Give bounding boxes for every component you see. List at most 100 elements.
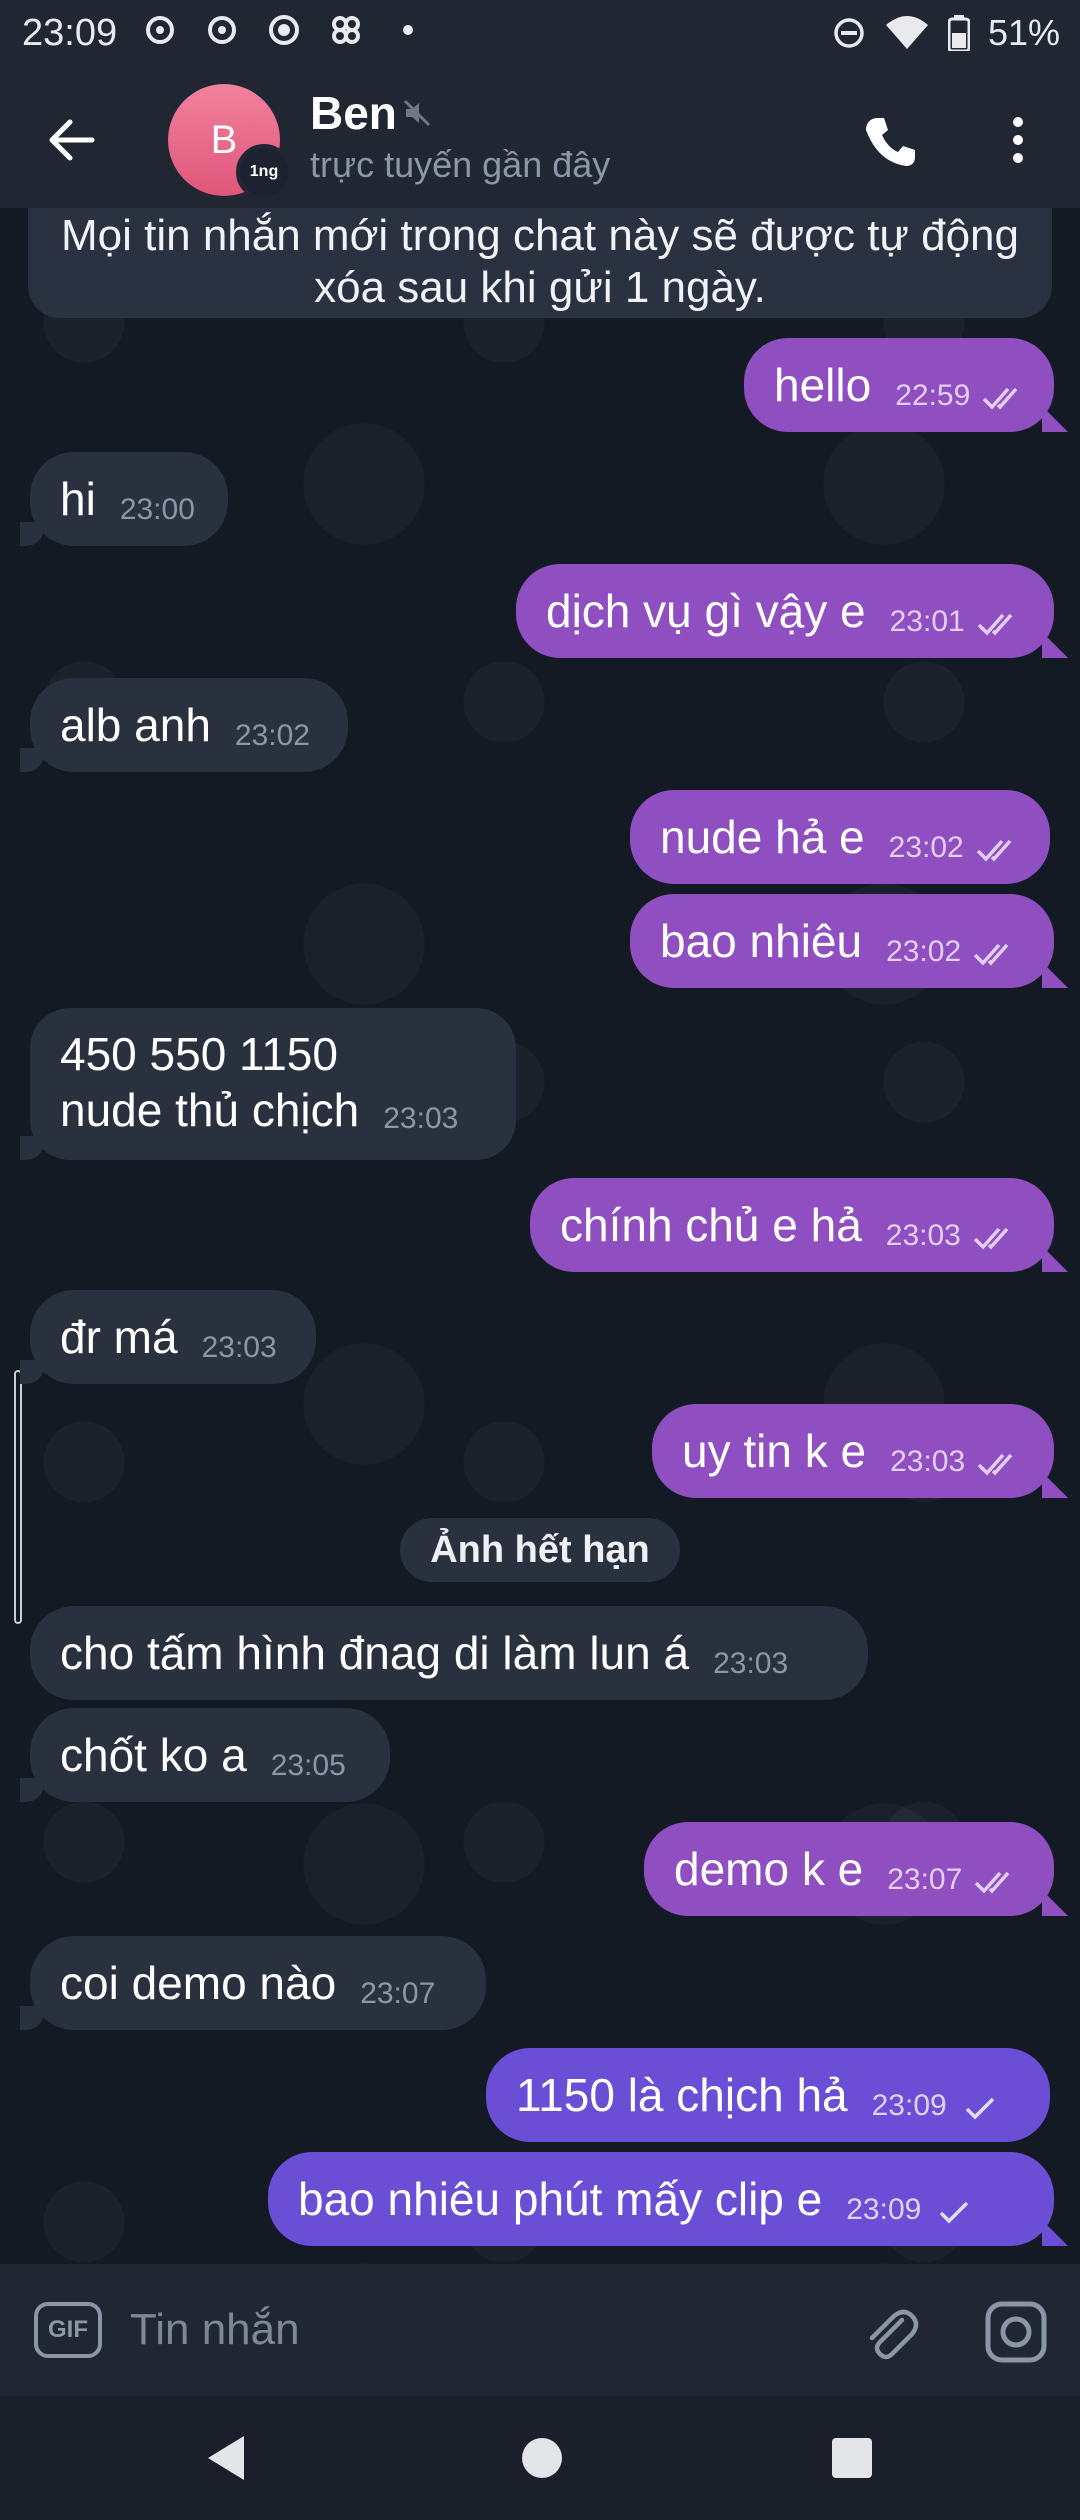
camera-icon [985,2301,1047,2363]
outgoing-message[interactable]: hello 22:59 [744,338,1054,432]
message-text: đr má [60,1311,178,1363]
nav-recents-icon[interactable] [832,2438,872,2478]
outgoing-message[interactable]: chính chủ e hả 23:03 [530,1178,1054,1272]
outgoing-message[interactable]: demo k e 23:07 [644,1822,1054,1916]
message-time: 23:05 [270,1749,346,1782]
incoming-message[interactable]: chốt ko a 23:05 [20,1708,390,1802]
message-text-line-2: nude thủ chịch [60,1084,360,1136]
outgoing-message[interactable]: 1150 là chịch hả 23:09 [486,2048,1050,2142]
notice-line-1: Mọi tin nhắn mới trong chat này sẽ được … [61,211,1019,260]
back-button[interactable] [40,108,104,172]
more-vertical-icon [1013,117,1023,163]
call-button[interactable] [858,110,922,174]
double-check-icon [983,387,1018,410]
message-text: cho tấm hình đnag di làm lun á [60,1627,690,1679]
message-time: 23:00 [119,493,195,526]
scrollbar[interactable] [14,1370,22,1624]
message-text: hello [774,359,872,411]
message-text: nude hả e [660,811,865,863]
attach-button[interactable] [858,2300,922,2364]
double-check-icon [977,613,1013,636]
status-right: 51% [832,12,1060,54]
dnd-icon [834,18,864,48]
single-check-icon [940,2201,969,2224]
message-text: chốt ko a [60,1729,247,1781]
arrow-left-icon [49,119,95,161]
message-time: 23:01 [889,605,965,638]
message-time: 23:07 [887,1863,963,1896]
message-text: coi demo nào [60,1957,337,2009]
battery-icon [947,15,970,51]
message-input[interactable]: Tin nhắn [130,2294,830,2366]
auto-delete-notice: Mọi tin nhắn mới trong chat này sẽ được … [28,208,1052,318]
incoming-message[interactable]: coi demo nào 23:07 [20,1936,486,2030]
message-text: demo k e [674,1843,864,1895]
nav-home-icon[interactable] [522,2438,562,2478]
chat-messages[interactable]: Mọi tin nhắn mới trong chat này sẽ được … [0,208,1080,2264]
message-text: alb anh [60,699,211,751]
message-time: 23:03 [201,1331,277,1364]
message-time: 23:03 [713,1647,789,1680]
record-icon [264,10,304,50]
double-check-icon [976,839,1012,862]
more-notifications-dot-icon [388,10,428,50]
message-time: 23:09 [846,2193,922,2226]
outgoing-message[interactable]: uy tin k e 23:03 [652,1404,1054,1498]
message-time: 23:03 [885,1219,961,1252]
gif-button[interactable]: GIF [34,2302,102,2358]
threads-icon [202,10,242,50]
incoming-message[interactable]: hi 23:00 [20,452,228,546]
chat-header: B 1ng Ben trực tuyến gần đây [0,72,1080,208]
phone-icon [866,118,915,166]
single-check-icon [965,2097,994,2120]
message-composer: GIF Tin nhắn [0,2264,1080,2396]
outgoing-message[interactable]: bao nhiêu phút mấy clip e 23:09 [268,2152,1054,2246]
double-check-icon [975,1871,1010,1894]
paperclip-icon [869,2309,919,2360]
message-text-line-1: 450 550 1150 [60,1028,338,1080]
status-time: 23:09 [22,12,118,54]
contact-status: trực tuyến gần đây [310,144,611,185]
message-time: 23:07 [360,1977,436,2010]
message-text: dịch vụ gì vậy e [546,585,866,637]
more-options-button[interactable] [990,108,1046,172]
double-check-icon [973,943,1009,966]
notification-icons [140,10,428,50]
incoming-message[interactable]: alb anh 23:02 [20,678,348,772]
status-bar: 23:09 51% [0,0,1080,72]
outgoing-message[interactable]: bao nhiêu 23:02 [630,894,1054,988]
message-time: 23:02 [888,831,964,864]
contact-name[interactable]: Ben [310,86,397,140]
nav-back-icon[interactable] [206,2434,246,2482]
message-text: hi [60,473,96,525]
incoming-message[interactable]: cho tấm hình đnag di làm lun á 23:03 [30,1606,868,1700]
pinwheel-icon [326,10,366,50]
double-check-icon [973,1227,1009,1250]
outgoing-message[interactable]: dịch vụ gì vậy e 23:01 [516,564,1054,658]
message-time: 23:09 [871,2089,947,2122]
camera-button[interactable] [982,2298,1050,2366]
message-text: bao nhiêu phút mấy clip e [298,2173,823,2225]
expired-photo-label: Ảnh hết hạn [400,1518,680,1582]
message-text: 1150 là chịch hả [516,2069,848,2121]
message-time: 22:59 [895,379,971,412]
wifi-icon [885,16,928,49]
message-time: 23:03 [890,1445,966,1478]
message-line-2-row: nude thủ chịch 23:03 [60,1082,458,1138]
muted-speaker-icon [403,99,431,127]
message-time: 23:02 [234,719,310,752]
system-nav-bar [0,2396,1080,2520]
message-text: bao nhiêu [660,915,863,967]
incoming-message[interactable]: đr má 23:03 [20,1290,316,1384]
message-time: 23:02 [886,935,962,968]
message-text: uy tin k e [682,1425,867,1477]
battery-percent: 51% [987,12,1060,53]
incoming-message[interactable]: 450 550 1150 nude thủ chịch 23:03 [20,1008,516,1160]
message-time: 23:03 [383,1102,459,1135]
notice-line-2: xóa sau khi gửi 1 ngày. [314,263,766,312]
auto-delete-timer-badge: 1ng [236,144,292,200]
message-text: chính chủ e hả [560,1199,862,1251]
threads-icon [140,10,180,50]
double-check-icon [977,1453,1013,1476]
outgoing-message[interactable]: nude hả e 23:02 [630,790,1050,884]
